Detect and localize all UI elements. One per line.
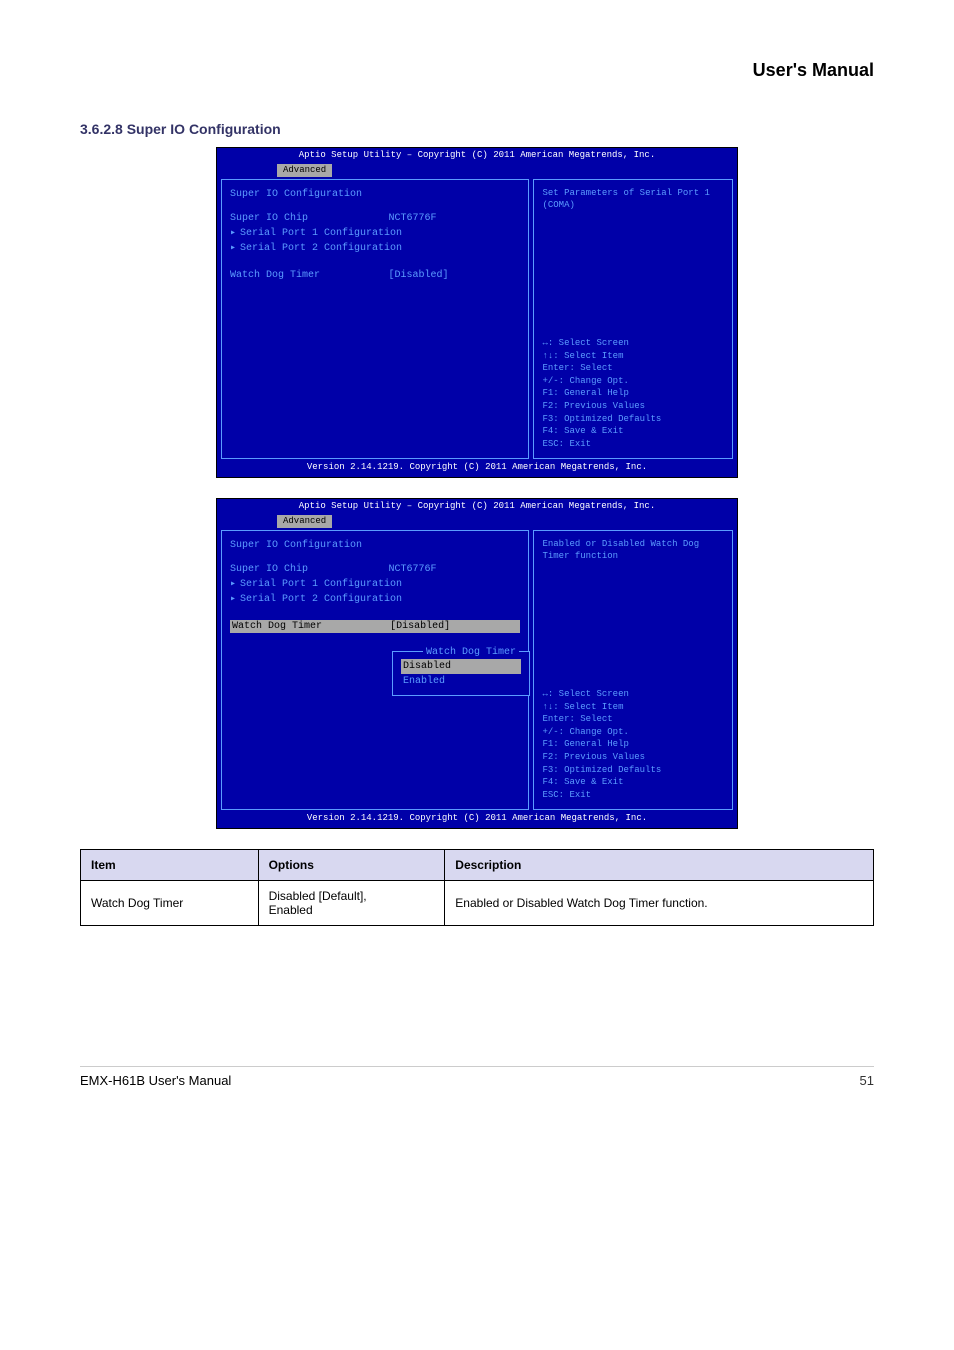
serial-port-2-config[interactable]: Serial Port 2 Configuration [240,593,402,606]
bios-key-hints: ↔: Select Screen ↑↓: Select Item Enter: … [542,337,724,450]
bios-key-hints: ↔: Select Screen ↑↓: Select Item Enter: … [542,688,724,801]
key-hint: ESC: Exit [542,789,724,802]
page-footer: EMX-H61B User's Manual 51 [80,1066,874,1088]
table-row: Watch Dog Timer Disabled [Default], Enab… [81,881,874,926]
bios-left-panel: Super IO Configuration Super IO Chip NCT… [221,530,529,810]
super-io-chip-value: NCT6776F [388,563,520,576]
bios-section-heading: Super IO Configuration [230,188,520,201]
bios-title-bar: Aptio Setup Utility – Copyright (C) 2011… [217,148,737,164]
key-hint: F2: Previous Values [542,751,724,764]
super-io-chip-label: Super IO Chip [230,563,388,576]
bios-left-panel: Super IO Configuration Super IO Chip NCT… [221,179,529,459]
key-hint: Enter: Select [542,362,724,375]
chevron-right-icon: ▸ [230,227,236,240]
bios-right-panel: Set Parameters of Serial Port 1 (COMA) ↔… [533,179,733,459]
table-cell-options: Disabled [Default], Enabled [258,881,445,926]
table-header-item: Item [81,850,259,881]
key-hint: F1: General Help [542,387,724,400]
key-hint: ↔: Select Screen [542,337,724,350]
key-hint: F2: Previous Values [542,400,724,413]
key-hint: +/-: Change Opt. [542,726,724,739]
chevron-right-icon: ▸ [230,593,236,606]
key-hint: ESC: Exit [542,438,724,451]
bios-tab-row: Advanced [217,164,737,180]
bios-tab-row: Advanced [217,515,737,531]
footer-manual-name: EMX-H61B User's Manual [80,1073,231,1088]
super-io-chip-label: Super IO Chip [230,212,388,225]
bios-footer: Version 2.14.1219. Copyright (C) 2011 Am… [217,810,737,828]
key-hint: F4: Save & Exit [542,425,724,438]
options-table: Item Options Description Watch Dog Timer… [80,849,874,926]
serial-port-1-config[interactable]: Serial Port 1 Configuration [240,578,402,591]
popup-option-disabled[interactable]: Disabled [401,659,521,674]
popup-option-enabled[interactable]: Enabled [401,674,521,689]
watch-dog-timer-value[interactable]: [Disabled] [388,269,520,282]
serial-port-1-config[interactable]: Serial Port 1 Configuration [240,227,402,240]
key-hint: F3: Optimized Defaults [542,413,724,426]
key-hint: ↑↓: Select Item [542,350,724,363]
bios-screenshot-2: Aptio Setup Utility – Copyright (C) 2011… [216,498,738,829]
bios-footer: Version 2.14.1219. Copyright (C) 2011 Am… [217,459,737,477]
watch-dog-timer-label[interactable]: Watch Dog Timer [230,620,388,633]
watch-dog-timer-popup: Watch Dog Timer Disabled Enabled [392,651,530,696]
bios-tab-advanced[interactable]: Advanced [277,164,332,178]
key-hint: +/-: Change Opt. [542,375,724,388]
serial-port-2-config[interactable]: Serial Port 2 Configuration [240,242,402,255]
page-header-title: User's Manual [80,60,874,81]
watch-dog-timer-label[interactable]: Watch Dog Timer [230,269,388,282]
super-io-chip-value: NCT6776F [388,212,520,225]
bios-screenshot-1: Aptio Setup Utility – Copyright (C) 2011… [216,147,738,478]
chevron-right-icon: ▸ [230,242,236,255]
footer-page-number: 51 [860,1073,874,1088]
bios-help-text: Enabled or Disabled Watch Dog Timer func… [542,539,724,562]
table-cell-description: Enabled or Disabled Watch Dog Timer func… [445,881,874,926]
bios-section-heading: Super IO Configuration [230,539,520,552]
bios-title-bar: Aptio Setup Utility – Copyright (C) 2011… [217,499,737,515]
bios-help-text: Set Parameters of Serial Port 1 (COMA) [542,188,724,211]
popup-title: Watch Dog Timer [423,646,519,659]
chevron-right-icon: ▸ [230,578,236,591]
key-hint: F1: General Help [542,738,724,751]
key-hint: F3: Optimized Defaults [542,764,724,777]
table-header-options: Options [258,850,445,881]
bios-right-panel: Enabled or Disabled Watch Dog Timer func… [533,530,733,810]
table-cell-item: Watch Dog Timer [81,881,259,926]
watch-dog-timer-value[interactable]: [Disabled] [388,620,520,633]
key-hint: Enter: Select [542,713,724,726]
table-header-description: Description [445,850,874,881]
key-hint: F4: Save & Exit [542,776,724,789]
key-hint: ↔: Select Screen [542,688,724,701]
section-title: 3.6.2.8 Super IO Configuration [80,121,874,137]
key-hint: ↑↓: Select Item [542,701,724,714]
bios-tab-advanced[interactable]: Advanced [277,515,332,529]
